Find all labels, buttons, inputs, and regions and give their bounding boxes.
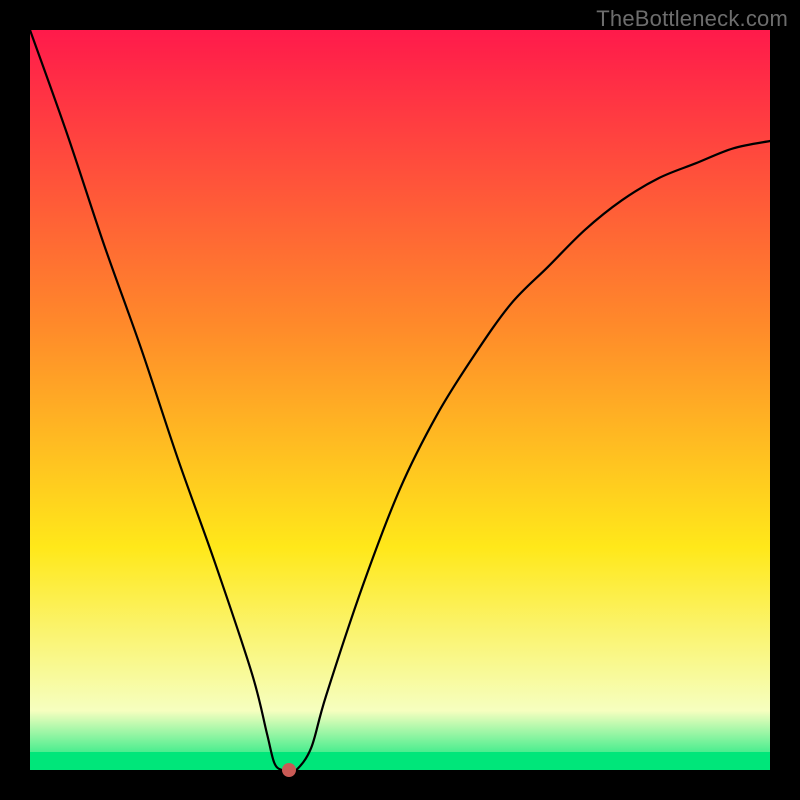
bottleneck-curve: [30, 30, 770, 772]
watermark-text: TheBottleneck.com: [596, 6, 788, 32]
plot-area: [30, 30, 770, 770]
optimum-marker: [282, 763, 296, 777]
chart-frame: TheBottleneck.com: [0, 0, 800, 800]
curve-layer: [30, 30, 770, 770]
